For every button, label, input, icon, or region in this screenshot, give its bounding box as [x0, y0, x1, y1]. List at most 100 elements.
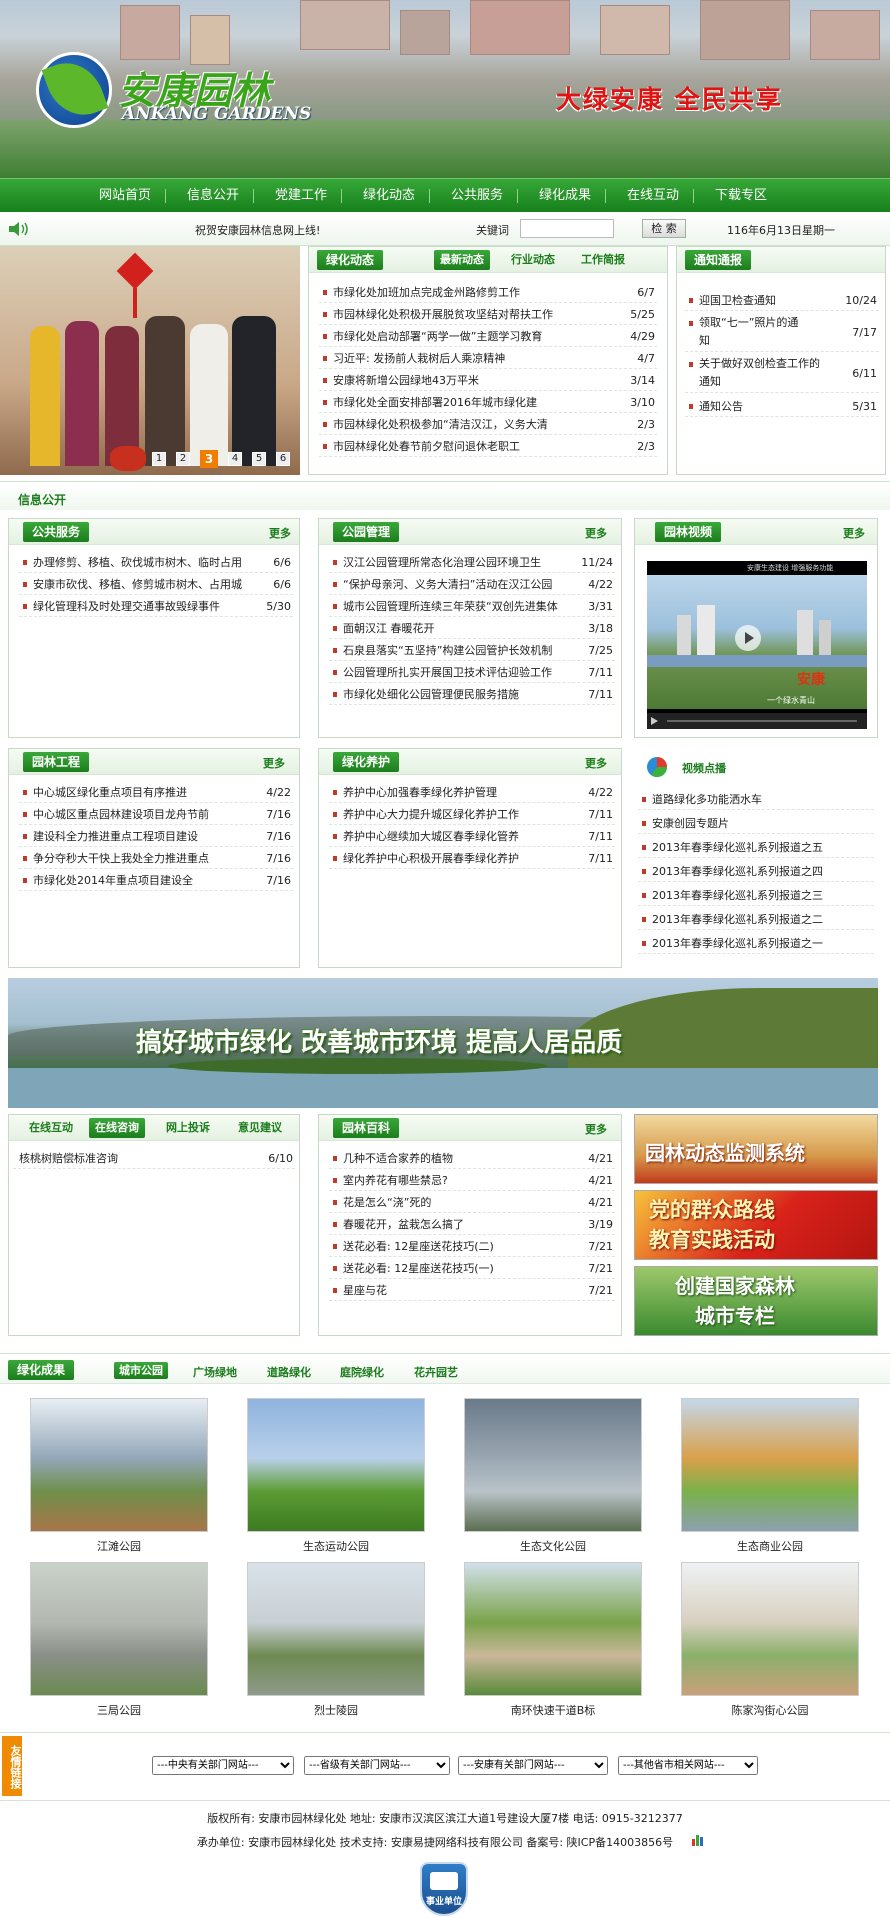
slide-page-6[interactable]: 6 — [276, 452, 290, 466]
list-item[interactable]: 绿化管理科及时处理交通事故毁绿事件 5/30 — [19, 597, 293, 617]
list-item-title[interactable]: 安康将新增公园绿地43万平米 — [333, 371, 479, 391]
list-item[interactable]: 建设科全力推进重点工程项目建设 7/16 — [19, 827, 293, 847]
tab-public-service[interactable]: 公共服务 — [23, 522, 90, 542]
list-item-title[interactable]: 绿化养护中心积极开展春季绿化养护 — [343, 849, 519, 869]
slide-page-2[interactable]: 2 — [176, 452, 190, 466]
achievement-photo[interactable] — [30, 1398, 208, 1532]
slide-page-4[interactable]: 4 — [228, 452, 242, 466]
list-item[interactable]: 2013年春季绿化巡礼系列报道之五 — [638, 838, 874, 858]
tab-squares[interactable]: 广场绿地 — [193, 1364, 237, 1382]
achievement-photo[interactable] — [30, 1562, 208, 1696]
list-item[interactable]: 安康将新增公园绿地43万平米 3/14 — [319, 371, 657, 391]
list-item-title[interactable]: 2013年春季绿化巡礼系列报道之三 — [652, 886, 823, 906]
list-item[interactable]: 领取“七一”照片的通知 7/17 — [685, 314, 879, 352]
list-item[interactable]: 安康市砍伐、移植、修剪城市树木、占用城 6/6 — [19, 575, 293, 595]
list-item-title[interactable]: 2013年春季绿化巡礼系列报道之二 — [652, 910, 823, 930]
list-item[interactable]: 2013年春季绿化巡礼系列报道之二 — [638, 910, 874, 930]
list-item[interactable]: 面朝汉江 春暖花开 3/18 — [329, 619, 615, 639]
ankang-dept-select[interactable]: ---安康有关部门网站--- — [458, 1756, 608, 1775]
list-item[interactable]: 迎国卫检查通知 10/24 — [685, 291, 879, 311]
video-controls[interactable] — [647, 713, 867, 729]
list-item[interactable]: 2013年春季绿化巡礼系列报道之一 — [638, 934, 874, 954]
list-item-title[interactable]: 安康市砍伐、移植、修剪城市树木、占用城 — [33, 575, 242, 595]
achievement-photo[interactable] — [464, 1398, 642, 1532]
list-item-title[interactable]: 市绿化处全面安排部署2016年城市绿化建 — [333, 393, 537, 413]
achievement-caption[interactable]: 生态文化公园 — [464, 1538, 642, 1554]
list-item-title[interactable]: 习近平: 发扬前人栽树后人乘凉精神 — [333, 349, 505, 369]
achievement-caption[interactable]: 烈士陵园 — [247, 1702, 425, 1718]
list-item-title[interactable]: 养护中心继续加大城区春季绿化管养 — [343, 827, 519, 847]
list-item-title[interactable]: 城市公园管理所连续三年荣获“双创先进集体 — [343, 597, 558, 617]
list-item-title[interactable]: 养护中心大力提升城区绿化养护工作 — [343, 805, 519, 825]
provincial-dept-select[interactable]: ---省级有关部门网站--- — [304, 1756, 450, 1775]
other-city-select[interactable]: ---其他省市相关网站--- — [618, 1756, 758, 1775]
list-item[interactable]: 中心城区重点园林建设项目龙舟节前 7/16 — [19, 805, 293, 825]
achievement-caption[interactable]: 南环快速干道B标 — [464, 1702, 642, 1718]
list-item[interactable]: 养护中心继续加大城区春季绿化管养 7/11 — [329, 827, 615, 847]
more-link[interactable]: 更多 — [843, 525, 865, 541]
tab-latest[interactable]: 最新动态 — [434, 250, 490, 270]
tab-suggestion[interactable]: 意见建议 — [238, 1119, 282, 1137]
tab-briefing[interactable]: 工作简报 — [581, 251, 625, 269]
ad-mass-line[interactable]: 党的群众路线 教育实践活动 — [634, 1190, 878, 1260]
ad-forest-city[interactable]: 创建国家森林 城市专栏 — [634, 1266, 878, 1336]
search-button[interactable]: 检 索 — [642, 219, 686, 238]
public-institution-badge[interactable]: 事业单位 — [420, 1862, 468, 1916]
list-item-title[interactable]: 面朝汉江 春暖花开 — [343, 619, 435, 639]
video-progress[interactable] — [667, 720, 857, 722]
search-input[interactable] — [520, 219, 614, 238]
slide-page-3[interactable]: 3 — [200, 450, 218, 468]
more-link[interactable]: 更多 — [585, 525, 607, 541]
list-item-title[interactable]: 花是怎么“浇”死的 — [343, 1193, 431, 1213]
play-control-icon[interactable] — [651, 717, 658, 725]
list-item[interactable]: 道路绿化多功能洒水车 — [638, 790, 874, 810]
list-item-title[interactable]: 办理修剪、移植、砍伐城市树木、临时占用 — [33, 553, 242, 573]
nav-party[interactable]: 党建工作 — [261, 179, 341, 213]
achievement-photo[interactable] — [464, 1562, 642, 1696]
list-item[interactable]: 市绿化处细化公园管理便民服务措施 7/11 — [329, 685, 615, 705]
nav-public-service[interactable]: 公共服务 — [437, 179, 517, 213]
list-item-title[interactable]: 市绿化处细化公园管理便民服务措施 — [343, 685, 519, 705]
list-item-title[interactable]: 星座与花 — [343, 1281, 387, 1301]
list-item-title[interactable]: 养护中心加强春季绿化养护管理 — [343, 783, 497, 803]
tab-notices[interactable]: 通知通报 — [685, 250, 752, 270]
tab-complaint[interactable]: 网上投诉 — [166, 1119, 210, 1137]
nav-achievements[interactable]: 绿化成果 — [525, 179, 605, 213]
list-item[interactable]: 市绿化处2014年重点项目建设全 7/16 — [19, 871, 293, 891]
list-item-title[interactable]: 2013年春季绿化巡礼系列报道之四 — [652, 862, 823, 882]
tab-flowers[interactable]: 花卉园艺 — [414, 1364, 458, 1382]
list-item-title[interactable]: 公园管理所扎实开展国卫技术评估迎验工作 — [343, 663, 552, 683]
list-item-title[interactable]: “保护母亲河、义务大清扫”活动在汉江公园 — [343, 575, 552, 595]
list-item-title[interactable]: 春暖花开，盆栽怎么搞了 — [343, 1215, 464, 1235]
photo-slideshow[interactable]: 1 2 3 4 5 6 — [0, 246, 300, 475]
tab-consult[interactable]: 在线咨询 — [89, 1118, 145, 1138]
list-item[interactable]: 市绿化处全面安排部署2016年城市绿化建 3/10 — [319, 393, 657, 413]
achievement-caption[interactable]: 生态商业公园 — [681, 1538, 859, 1554]
list-item-title[interactable]: 几种不适合家养的植物 — [343, 1149, 453, 1169]
more-link[interactable]: 更多 — [269, 525, 291, 541]
tab-industry[interactable]: 行业动态 — [511, 251, 555, 269]
tab-online[interactable]: 在线互动 — [29, 1119, 73, 1137]
list-item-title[interactable]: 室内养花有哪些禁忌? — [343, 1171, 448, 1191]
list-item-title[interactable]: 汉江公园管理所常态化治理公园环境卫生 — [343, 553, 541, 573]
list-item[interactable]: “保护母亲河、义务大清扫”活动在汉江公园 4/22 — [329, 575, 615, 595]
tab-park-management[interactable]: 公园管理 — [333, 522, 400, 542]
video-player[interactable]: 安康 一个绿水青山 安康生态建设 增强服务功能 — [647, 561, 867, 729]
list-item-title[interactable]: 送花必看: 12星座送花技巧(一) — [343, 1259, 494, 1279]
achievement-photo[interactable] — [247, 1562, 425, 1696]
list-item[interactable]: 习近平: 发扬前人栽树后人乘凉精神 4/7 — [319, 349, 657, 369]
list-item-title[interactable]: 市绿化处启动部署“两学一做”主题学习教育 — [333, 327, 542, 347]
nav-info-public[interactable]: 信息公开 — [173, 179, 253, 213]
achievement-photo[interactable] — [681, 1562, 859, 1696]
list-item[interactable]: 关于做好双创检查工作的通知 6/11 — [685, 355, 879, 393]
list-item-title[interactable]: 绿化管理科及时处理交通事故毁绿事件 — [33, 597, 220, 617]
list-item-title[interactable]: 建设科全力推进重点工程项目建设 — [33, 827, 198, 847]
achievement-photo[interactable] — [681, 1398, 859, 1532]
list-item[interactable]: 石泉县落实“五坚持”构建公园管护长效机制 7/25 — [329, 641, 615, 661]
more-link[interactable]: 更多 — [585, 755, 607, 771]
list-item[interactable]: 通知公告 5/31 — [685, 397, 879, 417]
list-item[interactable]: 2013年春季绿化巡礼系列报道之三 — [638, 886, 874, 906]
promo-banner[interactable]: 搞好城市绿化 改善城市环境 提高人居品质 — [8, 978, 878, 1108]
achievement-caption[interactable]: 陈家沟街心公园 — [681, 1702, 859, 1718]
achievement-photo[interactable] — [247, 1398, 425, 1532]
